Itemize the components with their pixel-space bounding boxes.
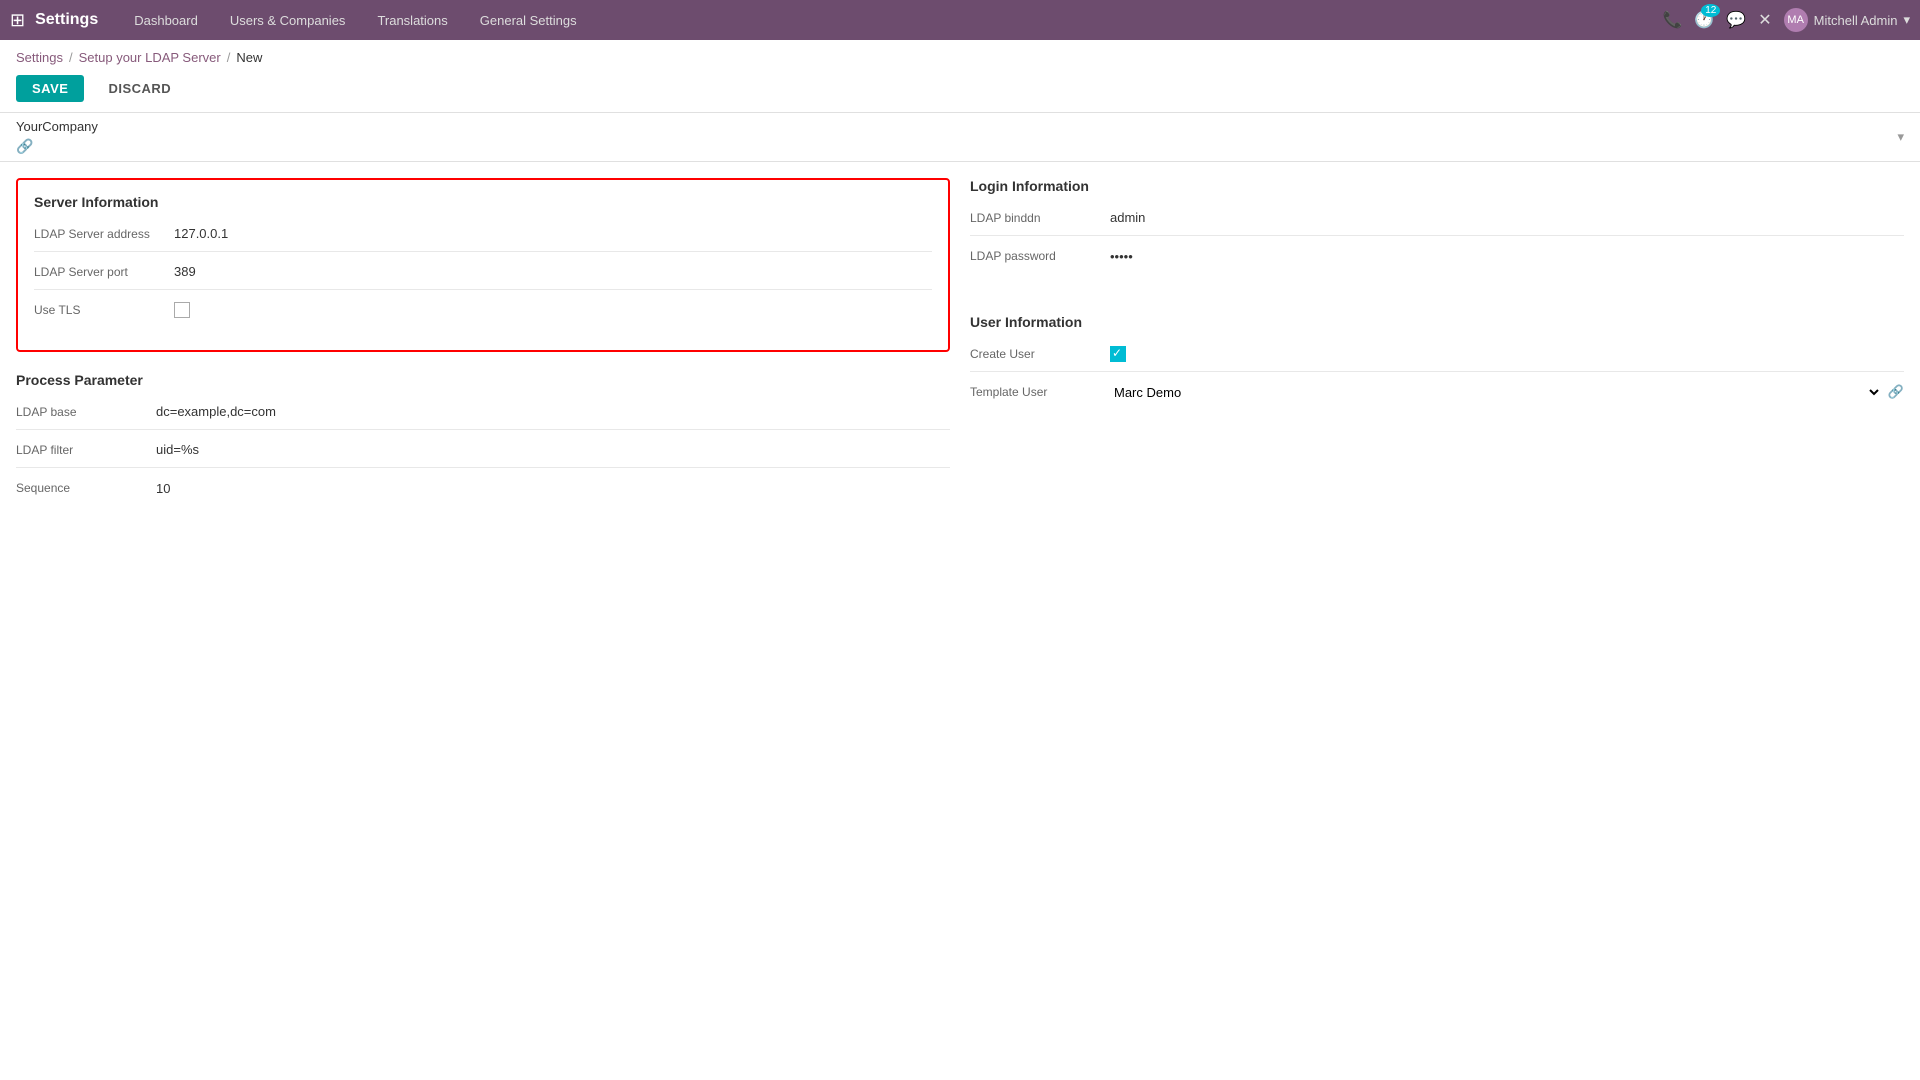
ldap-password-label: LDAP password [970,249,1110,263]
use-tls-checkbox[interactable] [174,302,190,318]
ldap-password-input[interactable] [1110,247,1904,266]
company-field: YourCompany 🔗 ▾ [0,113,1920,162]
ldap-binddn-label: LDAP binddn [970,211,1110,225]
login-info-section: Login Information LDAP binddn LDAP passw… [970,178,1904,274]
company-value: YourCompany [16,119,98,134]
ldap-server-port-input[interactable] [174,262,932,281]
ldap-binddn-input[interactable] [1110,208,1904,227]
sequence-row: Sequence [16,476,950,506]
ldap-server-port-label: LDAP Server port [34,265,174,279]
nav-general-settings[interactable]: General Settings [474,9,583,32]
breadcrumb-setup-ldap[interactable]: Setup your LDAP Server [79,50,221,65]
template-user-select[interactable]: Marc Demo [1110,384,1882,401]
ldap-binddn-row: LDAP binddn [970,206,1904,236]
left-panel: Server Information LDAP Server address L… [16,178,950,526]
ldap-server-address-label: LDAP Server address [34,227,174,241]
navbar: ⊞ Settings Dashboard Users & Companies T… [0,0,1920,40]
ldap-server-address-input[interactable] [174,224,932,243]
company-link-icon[interactable]: 🔗 [16,138,98,155]
ldap-server-address-row: LDAP Server address [34,222,932,252]
nav-menu: Dashboard Users & Companies Translations… [128,9,1662,32]
notification-badge: 12 [1701,4,1720,17]
avatar: MA [1784,8,1808,32]
discard-button[interactable]: DISCARD [92,75,187,102]
ldap-server-port-row: LDAP Server port [34,260,932,290]
user-info-section: User Information Create User Template Us… [970,314,1904,410]
user-name: Mitchell Admin [1814,13,1898,28]
use-tls-row: Use TLS [34,298,932,328]
phone-icon[interactable]: 📞 [1662,10,1682,30]
right-panel: Login Information LDAP binddn LDAP passw… [970,178,1904,526]
server-info-section: Server Information LDAP Server address L… [16,178,950,352]
ldap-password-row: LDAP password [970,244,1904,274]
breadcrumb-current: New [236,50,262,65]
nav-dashboard[interactable]: Dashboard [128,9,204,32]
nav-users-companies[interactable]: Users & Companies [224,9,352,32]
create-user-checkbox[interactable] [1110,346,1126,362]
clock-badge-wrap[interactable]: 🕐 12 [1694,10,1714,30]
create-user-label: Create User [970,347,1110,361]
chat-icon[interactable]: 💬 [1726,10,1746,30]
ldap-base-label: LDAP base [16,405,156,419]
sequence-label: Sequence [16,481,156,495]
ldap-base-input[interactable] [156,402,950,421]
process-parameter-section: Process Parameter LDAP base LDAP filter … [16,372,950,506]
ldap-filter-label: LDAP filter [16,443,156,457]
ldap-base-row: LDAP base [16,400,950,430]
breadcrumb: Settings / Setup your LDAP Server / New [0,40,1920,71]
nav-translations[interactable]: Translations [371,9,453,32]
template-user-link-icon[interactable]: 🔗 [1888,384,1904,400]
breadcrumb-settings[interactable]: Settings [16,50,63,65]
server-info-title: Server Information [34,194,932,210]
close-icon[interactable]: ✕ [1758,10,1771,30]
process-parameter-title: Process Parameter [16,372,950,388]
ldap-filter-row: LDAP filter [16,438,950,468]
breadcrumb-sep-1: / [69,50,73,65]
create-user-row: Create User [970,342,1904,372]
action-bar: SAVE DISCARD [0,71,1920,112]
navbar-right: 📞 🕐 12 💬 ✕ MA Mitchell Admin ▾ [1662,8,1910,32]
login-info-title: Login Information [970,178,1904,194]
user-menu[interactable]: MA Mitchell Admin ▾ [1784,8,1910,32]
main-content: Server Information LDAP Server address L… [0,162,1920,542]
template-user-label: Template User [970,385,1110,399]
use-tls-label: Use TLS [34,303,174,317]
company-dropdown-icon[interactable]: ▾ [1897,129,1904,145]
app-title: Settings [35,11,98,29]
sequence-input[interactable] [156,479,950,498]
grid-icon[interactable]: ⊞ [10,10,25,31]
ldap-filter-input[interactable] [156,440,950,459]
save-button[interactable]: SAVE [16,75,84,102]
user-info-title: User Information [970,314,1904,330]
user-dropdown-icon: ▾ [1903,12,1910,28]
breadcrumb-sep-2: / [227,50,231,65]
template-user-row: Template User Marc Demo 🔗 [970,380,1904,410]
